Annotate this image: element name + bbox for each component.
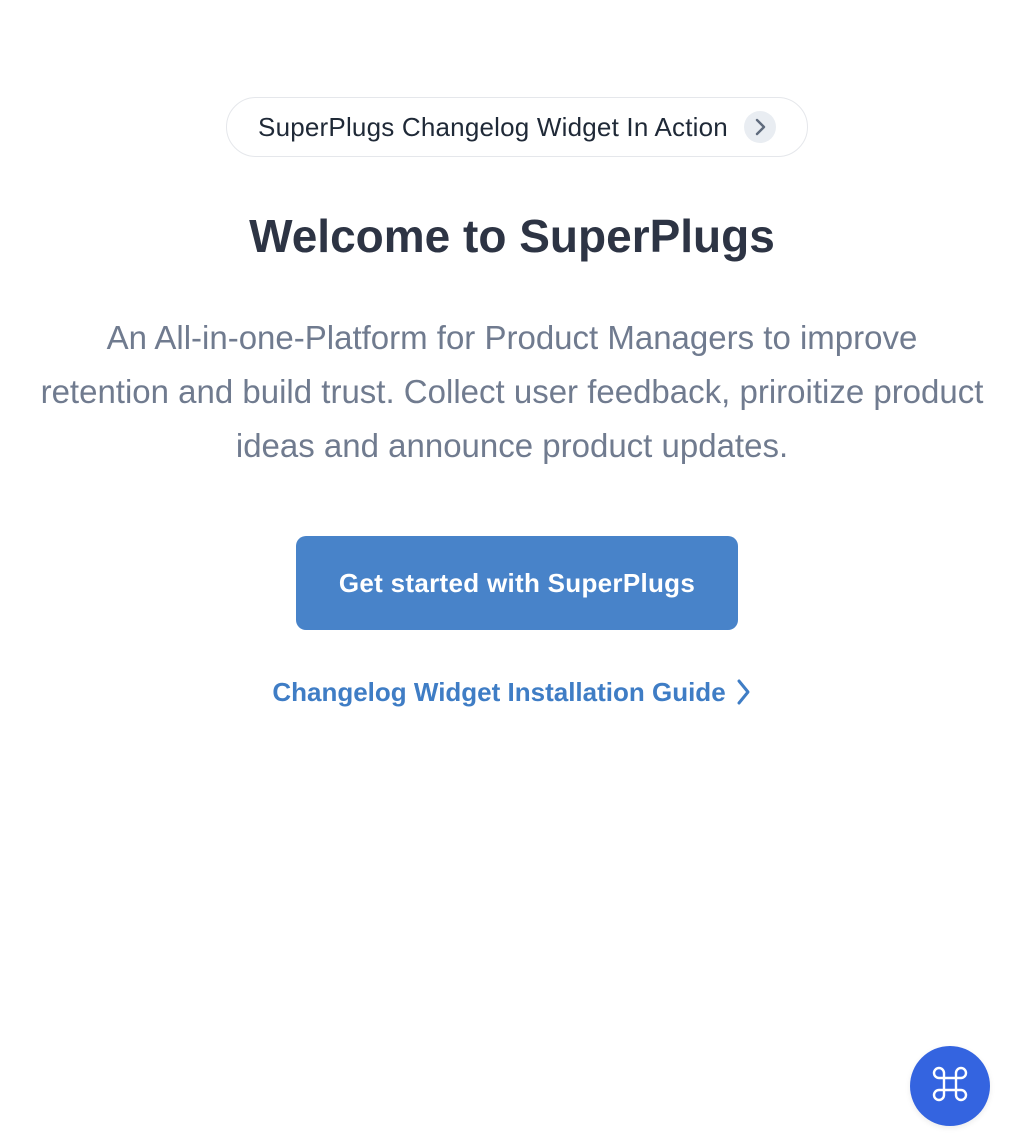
chevron-right-icon [743, 111, 776, 143]
announcement-pill[interactable]: SuperPlugs Changelog Widget In Action [226, 97, 808, 157]
hero-description: An All-in-one-Platform for Product Manag… [40, 319, 984, 464]
chevron-right-icon [734, 677, 752, 707]
page-title: Welcome to SuperPlugs [249, 210, 775, 262]
get-started-button[interactable]: Get started with SuperPlugs [296, 536, 738, 630]
announcement-label: SuperPlugs Changelog Widget In Action [258, 111, 728, 142]
installation-guide-link[interactable]: Changelog Widget Installation Guide [0, 670, 1024, 714]
landing-page: SuperPlugs Changelog Widget In Action We… [0, 0, 1024, 1148]
command-menu-button[interactable] [910, 1046, 990, 1126]
installation-guide-label: Changelog Widget Installation Guide [272, 677, 726, 707]
command-key-icon [929, 1063, 971, 1110]
